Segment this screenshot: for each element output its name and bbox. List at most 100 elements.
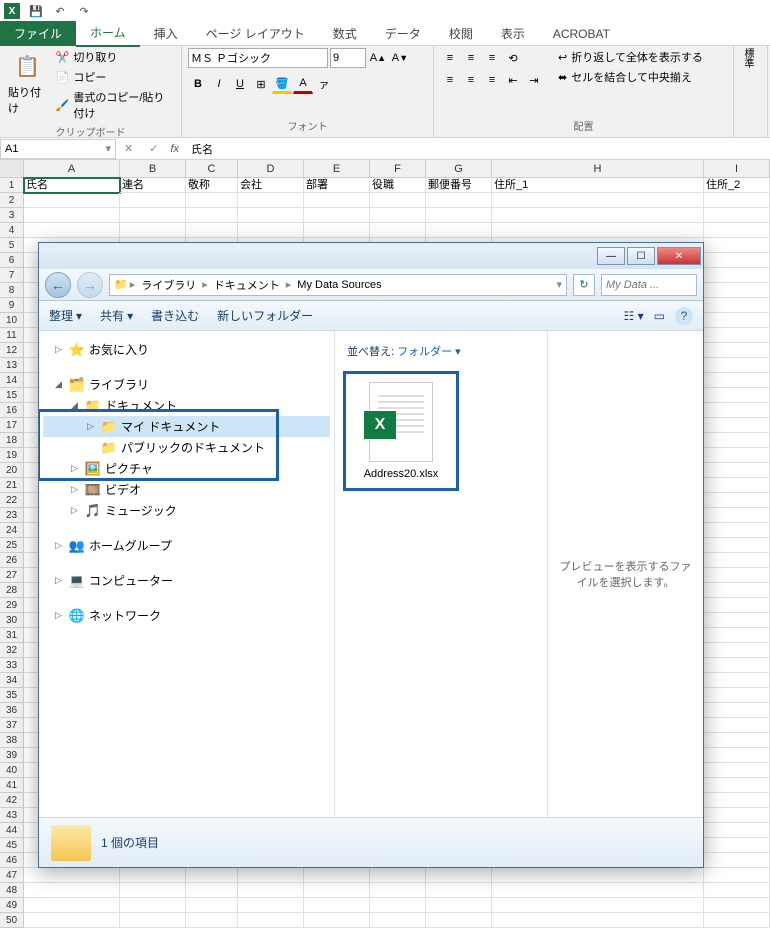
row-header[interactable]: 18 bbox=[0, 433, 24, 448]
cell[interactable] bbox=[370, 868, 426, 883]
cell[interactable] bbox=[426, 193, 492, 208]
tree-documents[interactable]: ◢📁ドキュメント bbox=[43, 395, 330, 416]
cell[interactable] bbox=[704, 598, 770, 613]
cell[interactable] bbox=[492, 193, 704, 208]
row-header[interactable]: 2 bbox=[0, 193, 24, 208]
cell[interactable] bbox=[704, 418, 770, 433]
minimize-button[interactable]: — bbox=[597, 247, 625, 265]
cell[interactable]: 住所_1 bbox=[492, 178, 704, 193]
cell[interactable]: 住所_2 bbox=[704, 178, 770, 193]
cell[interactable] bbox=[426, 868, 492, 883]
row-header[interactable]: 37 bbox=[0, 718, 24, 733]
close-button[interactable]: ✕ bbox=[657, 247, 701, 265]
row-header[interactable]: 31 bbox=[0, 628, 24, 643]
select-all-cell[interactable] bbox=[0, 160, 24, 177]
font-size-select[interactable] bbox=[330, 48, 366, 68]
tab-view[interactable]: 表示 bbox=[487, 21, 539, 46]
tree-music[interactable]: ▷🎵ミュージック bbox=[43, 500, 330, 521]
cell[interactable] bbox=[370, 193, 426, 208]
cell[interactable] bbox=[238, 223, 304, 238]
column-header[interactable]: G bbox=[426, 160, 492, 177]
cell[interactable] bbox=[704, 883, 770, 898]
cell[interactable] bbox=[304, 208, 370, 223]
tree-public-documents[interactable]: 📁パブリックのドキュメント bbox=[43, 437, 330, 458]
row-header[interactable]: 14 bbox=[0, 373, 24, 388]
number-format-label[interactable]: 標準 bbox=[740, 48, 755, 68]
row-header[interactable]: 41 bbox=[0, 778, 24, 793]
cell[interactable] bbox=[492, 913, 704, 928]
border-button[interactable]: ⊞ bbox=[251, 74, 271, 94]
row-header[interactable]: 35 bbox=[0, 688, 24, 703]
grow-font-icon[interactable]: A▲ bbox=[368, 48, 388, 68]
cell[interactable] bbox=[704, 808, 770, 823]
preview-pane-button[interactable]: ▭ bbox=[654, 309, 665, 323]
cell[interactable] bbox=[704, 403, 770, 418]
row-header[interactable]: 3 bbox=[0, 208, 24, 223]
font-color-button[interactable]: A bbox=[293, 74, 313, 94]
sort-by-link[interactable]: フォルダー ▾ bbox=[397, 346, 461, 358]
align-left-icon[interactable]: ≡ bbox=[440, 70, 460, 90]
cell[interactable] bbox=[238, 868, 304, 883]
cell[interactable] bbox=[704, 463, 770, 478]
cell[interactable] bbox=[238, 913, 304, 928]
cell[interactable]: 役職 bbox=[370, 178, 426, 193]
paste-button[interactable]: 📋 貼り付け bbox=[6, 48, 50, 118]
column-header[interactable]: B bbox=[120, 160, 186, 177]
refresh-button[interactable]: ↻ bbox=[573, 274, 595, 296]
cell[interactable] bbox=[120, 208, 186, 223]
cell[interactable] bbox=[704, 313, 770, 328]
cell[interactable] bbox=[120, 898, 186, 913]
cell[interactable] bbox=[24, 868, 120, 883]
row-header[interactable]: 10 bbox=[0, 313, 24, 328]
row-header[interactable]: 16 bbox=[0, 403, 24, 418]
cell[interactable] bbox=[238, 193, 304, 208]
qat-undo-icon[interactable]: ↶ bbox=[52, 3, 68, 19]
fx-icon[interactable]: fx bbox=[170, 143, 179, 155]
cell[interactable] bbox=[304, 223, 370, 238]
cell[interactable] bbox=[492, 868, 704, 883]
cell[interactable] bbox=[704, 193, 770, 208]
cell[interactable] bbox=[704, 253, 770, 268]
cell[interactable]: 郵便番号 bbox=[426, 178, 492, 193]
row-header[interactable]: 13 bbox=[0, 358, 24, 373]
cell[interactable] bbox=[704, 553, 770, 568]
cell[interactable] bbox=[704, 868, 770, 883]
align-right-icon[interactable]: ≡ bbox=[482, 70, 502, 90]
row-header[interactable]: 6 bbox=[0, 253, 24, 268]
column-header[interactable]: F bbox=[370, 160, 426, 177]
tree-favorites[interactable]: ▷⭐お気に入り bbox=[43, 339, 330, 360]
row-header[interactable]: 4 bbox=[0, 223, 24, 238]
row-header[interactable]: 9 bbox=[0, 298, 24, 313]
cut-button[interactable]: ✂️切り取り bbox=[54, 48, 175, 66]
column-header[interactable]: I bbox=[704, 160, 770, 177]
cell[interactable] bbox=[370, 898, 426, 913]
tab-pagelayout[interactable]: ページ レイアウト bbox=[192, 21, 319, 46]
cell[interactable] bbox=[492, 223, 704, 238]
copy-button[interactable]: 📄コピー bbox=[54, 68, 175, 86]
search-input[interactable] bbox=[601, 274, 697, 296]
cell[interactable] bbox=[704, 673, 770, 688]
cell[interactable] bbox=[704, 793, 770, 808]
cell[interactable] bbox=[120, 913, 186, 928]
file-item[interactable]: X Address20.xlsx bbox=[343, 371, 459, 491]
cell[interactable] bbox=[704, 838, 770, 853]
row-header[interactable]: 11 bbox=[0, 328, 24, 343]
row-header[interactable]: 21 bbox=[0, 478, 24, 493]
row-header[interactable]: 43 bbox=[0, 808, 24, 823]
row-header[interactable]: 32 bbox=[0, 643, 24, 658]
row-header[interactable]: 17 bbox=[0, 418, 24, 433]
cell[interactable] bbox=[704, 658, 770, 673]
cell[interactable]: 敬称 bbox=[186, 178, 238, 193]
breadcrumb-item[interactable]: ドキュメント bbox=[210, 277, 284, 293]
bold-button[interactable]: B bbox=[188, 74, 208, 94]
row-header[interactable]: 12 bbox=[0, 343, 24, 358]
phonetic-button[interactable]: ァ bbox=[314, 74, 334, 94]
cell[interactable] bbox=[704, 478, 770, 493]
align-bottom-icon[interactable]: ≡ bbox=[482, 48, 502, 68]
cell[interactable]: 部署 bbox=[304, 178, 370, 193]
row-header[interactable]: 19 bbox=[0, 448, 24, 463]
row-header[interactable]: 8 bbox=[0, 283, 24, 298]
cell[interactable] bbox=[186, 883, 238, 898]
row-header[interactable]: 15 bbox=[0, 388, 24, 403]
cell[interactable] bbox=[238, 898, 304, 913]
